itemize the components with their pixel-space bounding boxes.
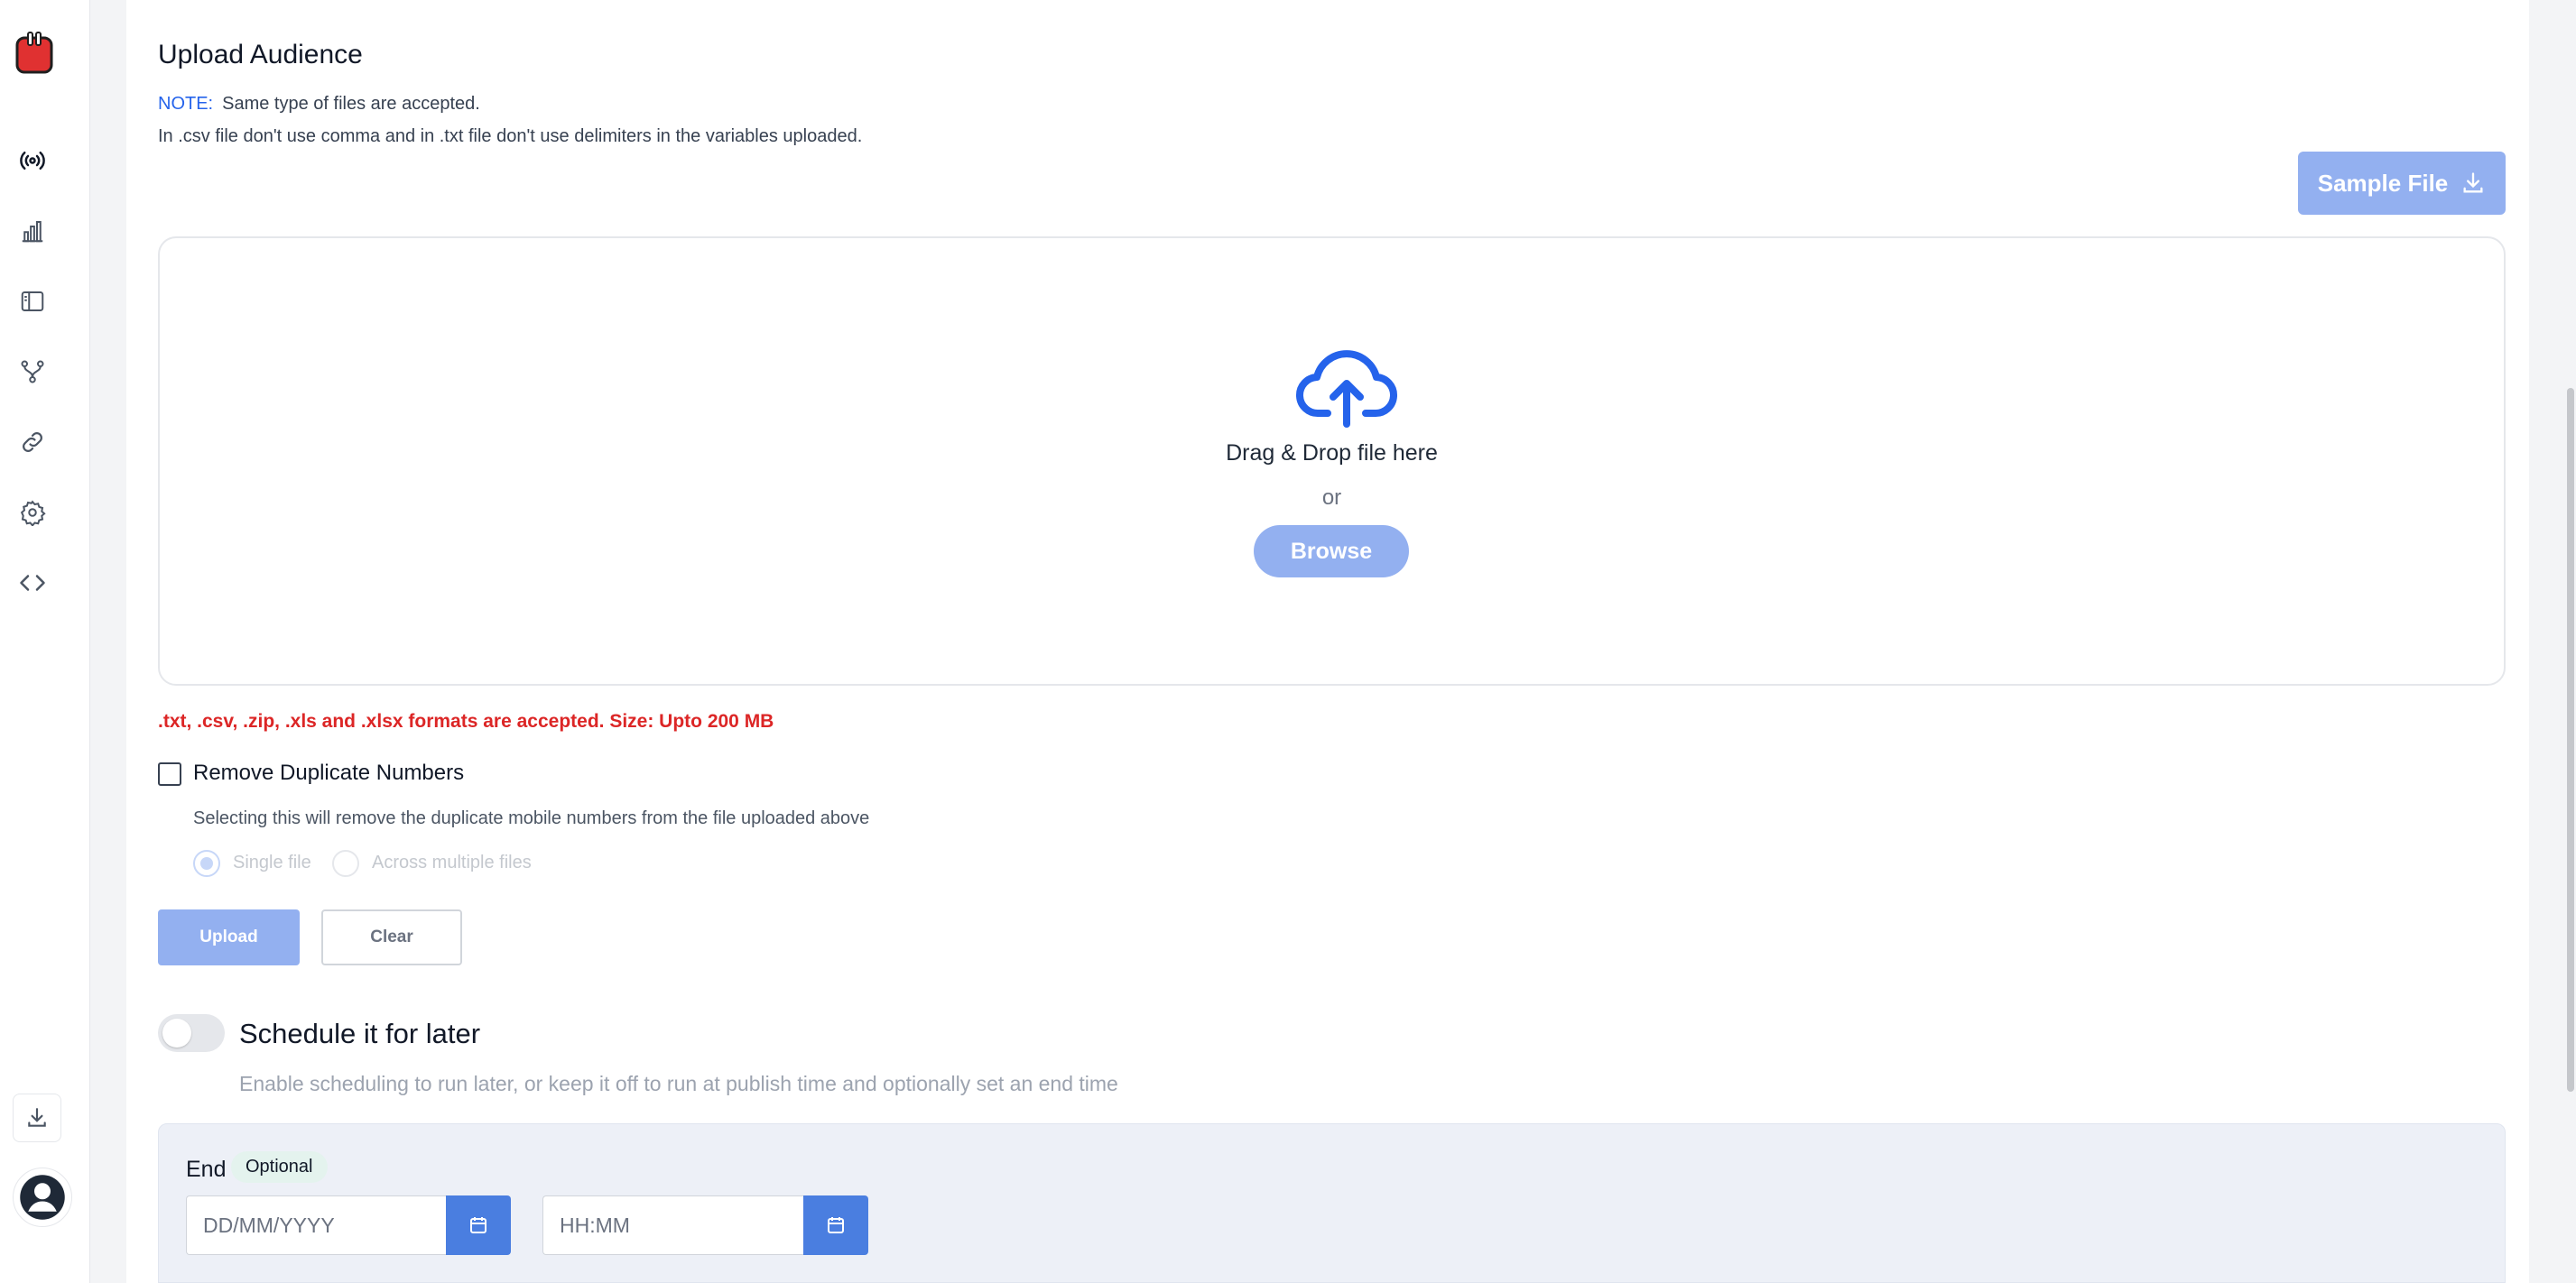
note-text: Same type of files are accepted.: [222, 94, 480, 114]
end-time-input[interactable]: [542, 1195, 803, 1255]
date-picker-button[interactable]: [446, 1195, 511, 1255]
note-label: NOTE:: [158, 94, 214, 114]
end-date-input[interactable]: [186, 1195, 446, 1255]
accepted-formats-text: .txt, .csv, .zip, .xls and .xlsx formats…: [158, 711, 774, 732]
file-dropzone[interactable]: Drag & Drop file here or Browse: [158, 236, 2506, 686]
remove-duplicates-checkbox[interactable]: [158, 762, 181, 786]
end-date-group: [186, 1195, 511, 1255]
settings-icon[interactable]: [18, 498, 47, 527]
page-scrollbar[interactable]: [2567, 388, 2574, 1092]
radio-multiple-files-label[interactable]: Across multiple files: [372, 853, 532, 873]
time-picker-button[interactable]: [803, 1195, 868, 1255]
cloud-upload-icon: [1295, 350, 1398, 428]
note-line: NOTE: Same type of files are accepted.: [158, 94, 480, 115]
optional-badge: Optional: [231, 1151, 328, 1183]
broadcast-icon[interactable]: [18, 146, 47, 175]
end-time-panel: End Optional: [158, 1123, 2506, 1283]
note-line-2: In .csv file don't use comma and in .txt…: [158, 126, 863, 146]
download-icon: [28, 1108, 46, 1127]
end-label: End: [186, 1157, 227, 1182]
download-button[interactable]: [13, 1094, 61, 1142]
sample-file-button[interactable]: Sample File: [2298, 152, 2506, 215]
sidebar: [0, 0, 90, 1283]
app-logo-icon[interactable]: [14, 31, 54, 76]
code-icon[interactable]: [18, 568, 47, 597]
link-icon[interactable]: [18, 428, 47, 457]
browse-button[interactable]: Browse: [1254, 525, 1409, 577]
schedule-label: Schedule it for later: [239, 1018, 481, 1049]
radio-single-file-label[interactable]: Single file: [233, 853, 311, 873]
clear-button[interactable]: Clear: [321, 909, 462, 965]
remove-duplicates-helper: Selecting this will remove the duplicate…: [193, 808, 870, 828]
end-time-group: [542, 1195, 868, 1255]
remove-duplicates-label[interactable]: Remove Duplicate Numbers: [193, 761, 464, 786]
upload-button[interactable]: Upload: [158, 909, 300, 965]
page-title: Upload Audience: [158, 40, 363, 69]
or-text: or: [1321, 485, 1342, 510]
download-icon: [2463, 172, 2483, 193]
user-avatar-icon: [20, 1175, 65, 1220]
radio-single-file[interactable]: [193, 850, 220, 877]
radio-multiple-files[interactable]: [332, 850, 359, 877]
sidebar-panel-icon[interactable]: [18, 287, 47, 316]
upload-audience-card: Upload Audience NOTE: Same type of files …: [126, 0, 2529, 1283]
analytics-icon[interactable]: [18, 217, 47, 245]
schedule-helper: Enable scheduling to run later, or keep …: [239, 1072, 1118, 1095]
sample-file-label: Sample File: [2317, 169, 2449, 197]
flow-icon[interactable]: [18, 357, 47, 386]
schedule-toggle[interactable]: [158, 1014, 225, 1052]
user-avatar[interactable]: [13, 1168, 72, 1227]
drag-drop-text: Drag & Drop file here: [1226, 440, 1438, 466]
calendar-icon: [470, 1217, 486, 1233]
calendar-icon: [828, 1217, 844, 1233]
